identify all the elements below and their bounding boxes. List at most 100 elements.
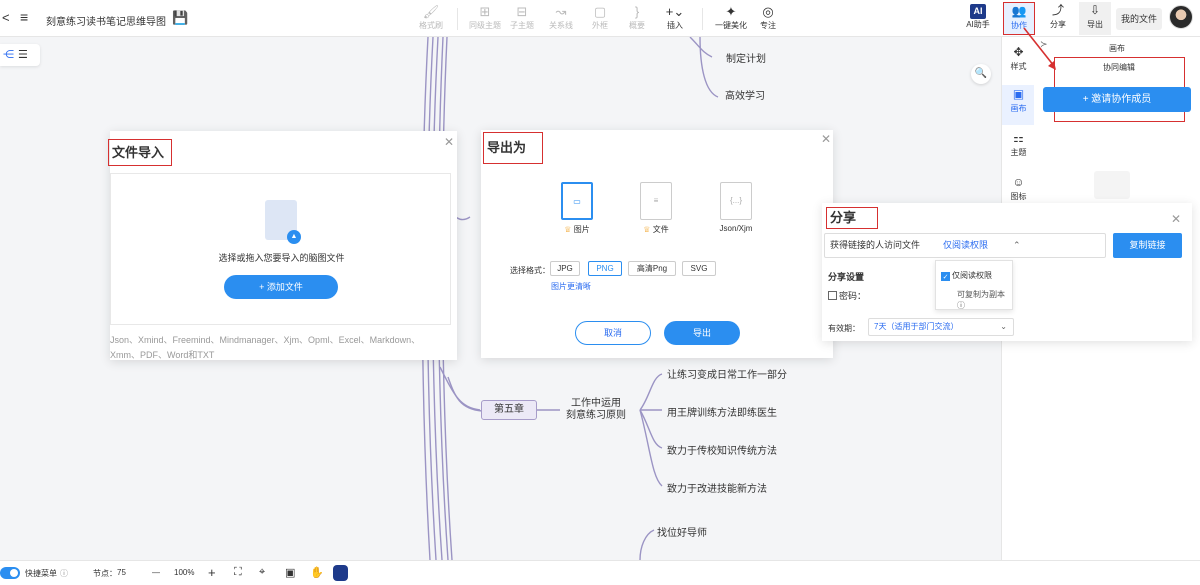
quick-menu-toggle[interactable] — [0, 567, 20, 579]
map-node[interactable]: 找位好导师 — [657, 524, 707, 539]
people-icon: 👥 — [1011, 4, 1027, 18]
theme-icon: ⚏ — [1013, 131, 1024, 145]
format-painter-button[interactable]: 🖌 格式刷 — [411, 3, 451, 31]
zoom-out-button[interactable]: — — [152, 568, 160, 577]
export-button[interactable]: ⇩ 导出 — [1079, 2, 1111, 35]
fit-screen-icon[interactable]: ⛶ — [234, 566, 242, 579]
zoom-level: 100% — [174, 568, 195, 577]
cancel-button[interactable]: 取消 — [575, 321, 651, 345]
locate-icon[interactable]: ⌖ — [259, 566, 265, 579]
add-file-button[interactable]: + 添加文件 — [224, 275, 338, 299]
focus-button[interactable]: ◎ 专注 — [748, 3, 788, 31]
map-node[interactable]: 高效学习 — [725, 87, 765, 102]
export-confirm-button[interactable]: 导出 — [664, 321, 740, 345]
file-drop-zone[interactable]: 选择或拖入您要导入的脑图文件 + 添加文件 — [110, 173, 451, 325]
password-checkbox[interactable] — [828, 291, 837, 300]
map-node[interactable]: 让练习变成日常工作一部分 — [667, 366, 787, 381]
validity-select[interactable]: 7天（适用于部门交流） ⌄ — [868, 318, 1014, 336]
toolbar-divider — [457, 8, 458, 30]
hand-icon[interactable]: ✋ — [310, 566, 324, 579]
node-count-label: 节点： — [93, 569, 117, 578]
svg-option[interactable]: SVG — [682, 261, 716, 276]
smiley-icon: ☺ — [1012, 175, 1025, 189]
zoom-in-button[interactable]: + — [208, 565, 216, 580]
outline-switcher[interactable]: ⋲ ☰ — [0, 44, 40, 66]
share-dialog: 分享 ✕ 获得链接的人访问文件 仅阅读权限 ⌃ 复制链接 分享设置 密码： ✓ 仅… — [822, 203, 1192, 341]
crown-icon: ♕ — [643, 225, 651, 234]
save-icon[interactable]: 💾 — [172, 10, 188, 26]
top-toolbar: < ≡ 刻意练习读书笔记思维导图 💾 🖌 格式刷 ⊞ 同级主题 ⊟ 子主题 ↝ … — [0, 0, 1200, 37]
child-topic-button[interactable]: ⊟ 子主题 — [502, 3, 542, 31]
mindmap-view-icon[interactable]: ⋲ — [3, 49, 14, 61]
canvas-icon: ▣ — [1012, 87, 1025, 101]
link-permission-field[interactable]: 获得链接的人访问文件 仅阅读权限 ⌃ — [824, 233, 1106, 258]
password-option[interactable]: 密码： — [828, 289, 866, 302]
image-file-icon: ▭ — [561, 182, 593, 220]
theme-tab[interactable]: ⚏ 主题 — [1002, 129, 1035, 169]
copy-link-button[interactable]: 复制链接 — [1113, 233, 1182, 258]
outer-frame-button[interactable]: ▢ 外框 — [580, 3, 620, 31]
permission-select[interactable]: 仅阅读权限 — [943, 234, 988, 257]
minimap-icon[interactable]: ▣ — [285, 566, 295, 579]
relation-line-icon: ↝ — [555, 4, 567, 19]
export-image-option[interactable]: ▭ ♕ 图片 — [547, 182, 607, 235]
jpg-option[interactable]: JPG — [550, 261, 580, 276]
insert-button[interactable]: +⌄ 插入 — [655, 3, 695, 31]
back-icon[interactable]: < — [2, 10, 10, 25]
chevron-down-icon: ⌄ — [1000, 322, 1007, 331]
read-only-option[interactable]: ✓ 仅阅读权限 — [941, 270, 992, 281]
sibling-topic-button[interactable]: ⊞ 同级主题 — [465, 3, 505, 31]
ai-icon: AI — [970, 4, 986, 19]
summary-button[interactable]: } 概要 — [617, 3, 657, 31]
canvas-tab[interactable]: ▣ 画布 — [1002, 85, 1035, 125]
search-icon[interactable]: 🔍 — [971, 64, 991, 84]
map-node[interactable]: 致力于传校知识传统方法 — [667, 442, 777, 457]
export-file-option[interactable]: ≡ ♕ 文件 — [626, 182, 686, 235]
my-files-button[interactable]: 我的文件 — [1116, 8, 1162, 30]
beautify-button[interactable]: ✦ 一键美化 — [711, 3, 751, 31]
ai-assistant-button[interactable]: AI AI助手 — [962, 2, 994, 35]
map-node[interactable]: 用王牌训练方法即练医生 — [667, 404, 777, 419]
hd-png-option[interactable]: 高清Png — [628, 261, 676, 276]
close-icon[interactable]: ✕ — [821, 132, 831, 146]
supported-formats: Json、Xmind、Freemind、Mindmanager、Xjm、Opml… — [110, 335, 421, 360]
map-node[interactable]: 致力于改进技能新方法 — [667, 480, 767, 495]
document-title[interactable]: 刻意练习读书笔记思维导图 — [46, 13, 166, 28]
robot-icon[interactable] — [333, 565, 348, 581]
clarity-link[interactable]: 图片更清晰 — [551, 281, 591, 292]
import-dialog-title: 文件导入 — [108, 139, 172, 166]
magic-wand-icon: ✦ — [725, 4, 737, 19]
import-dialog: 文件导入 ✕ 选择或拖入您要导入的脑图文件 + 添加文件 Json、Xmind、… — [108, 131, 457, 360]
node-count: 75 — [117, 568, 126, 577]
chapter-node[interactable]: 第五章 — [481, 400, 537, 420]
checkbox-checked-icon[interactable]: ✓ — [941, 272, 950, 281]
status-bar: 快捷菜单 ⓘ 节点： 75 — 100% + ⛶ ⌖ ▣ ✋ — [0, 560, 1200, 585]
copy-as-duplicate-option[interactable]: 可复制为副本 ⓘ — [957, 289, 1012, 311]
download-icon: ⇩ — [1089, 3, 1101, 17]
plus-icon: +⌄ — [665, 4, 685, 19]
relation-line-button[interactable]: ↝ 关系线 — [541, 3, 581, 31]
toolbar-divider — [702, 8, 703, 30]
quick-menu-label: 快捷菜单 — [25, 569, 57, 578]
upload-file-icon — [265, 200, 301, 244]
export-dialog: 导出为 ✕ ▭ ♕ 图片 ≡ ♕ 文件 {...} Json/Xjm 选择格式：… — [481, 130, 833, 358]
invite-collaborator-button[interactable]: + 邀请协作成员 — [1043, 87, 1191, 112]
focus-icon: ◎ — [762, 4, 774, 19]
close-icon[interactable]: ✕ — [1171, 212, 1181, 226]
avatar[interactable] — [1169, 5, 1193, 29]
outline-view-icon[interactable]: ☰ — [18, 49, 28, 61]
menu-icon[interactable]: ≡ — [20, 9, 28, 25]
empty-placeholder — [1094, 171, 1130, 199]
json-file-icon: {...} — [720, 182, 752, 220]
subtopic-node[interactable]: 工作中运用 刻意练习原则 — [566, 398, 626, 422]
close-icon[interactable]: ✕ — [444, 135, 454, 149]
png-option[interactable]: PNG — [588, 261, 622, 276]
help-icon[interactable]: ⓘ — [60, 568, 68, 579]
format-painter-icon: 🖌 — [422, 4, 440, 19]
collab-edit-label: 协同编辑 — [1103, 63, 1135, 72]
map-node[interactable]: 制定计划 — [726, 50, 766, 65]
format-label: 选择格式： — [510, 266, 550, 275]
summary-icon: } — [634, 4, 640, 19]
export-json-option[interactable]: {...} Json/Xjm — [706, 182, 766, 233]
chevron-up-icon[interactable]: ⌃ — [1013, 234, 1021, 257]
